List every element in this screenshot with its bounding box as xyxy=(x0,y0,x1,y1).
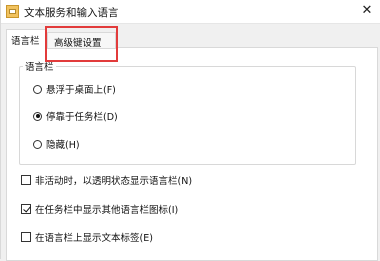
checkbox-show-other-icons[interactable]: 在任务栏中显示其他语言栏图标(I) xyxy=(21,202,178,216)
radio-button[interactable] xyxy=(33,111,42,121)
radio-float-desktop[interactable]: 悬浮于桌面上(F) xyxy=(33,82,116,96)
title-bar[interactable]: 文本服务和输入语言 ✕ xyxy=(1,0,380,24)
window-title: 文本服务和输入语言 xyxy=(24,7,119,19)
checkbox-transparent-inactive[interactable]: 非活动时，以透明状态显示语言栏(N) xyxy=(21,173,192,187)
radio-label: 隐藏(H) xyxy=(46,140,80,151)
keyboard-icon xyxy=(6,5,19,18)
checkbox[interactable] xyxy=(21,175,31,185)
checkbox[interactable] xyxy=(21,204,31,214)
radio-hidden[interactable]: 隐藏(H) xyxy=(33,137,80,151)
checkbox-label: 在任务栏中显示其他语言栏图标(I) xyxy=(35,205,179,216)
checkbox[interactable] xyxy=(21,232,31,242)
checkbox-label: 非活动时，以透明状态显示语言栏(N) xyxy=(35,176,193,187)
checkbox-label: 在语言栏上显示文本标签(E) xyxy=(35,233,153,244)
checkbox-show-text-labels[interactable]: 在语言栏上显示文本标签(E) xyxy=(21,230,153,244)
close-button[interactable]: ✕ xyxy=(358,1,376,21)
radio-button[interactable] xyxy=(33,139,42,149)
radio-label: 停靠于任务栏(D) xyxy=(46,112,118,123)
tab-advanced-key-settings[interactable]: 高级键设置 xyxy=(47,32,116,49)
radio-label: 悬浮于桌面上(F) xyxy=(46,85,116,96)
dialog-window: 文本服务和输入语言 ✕ 语言栏 高级键设置 语言栏 悬浮于桌面上(F) 停靠于任… xyxy=(0,0,380,261)
radio-dock-taskbar[interactable]: 停靠于任务栏(D) xyxy=(33,109,118,123)
tab-advanced-key-settings-highlight[interactable]: 高级键设置 xyxy=(45,26,118,62)
radio-button[interactable] xyxy=(33,84,42,94)
tab-language-bar[interactable]: 语言栏 xyxy=(6,29,46,48)
